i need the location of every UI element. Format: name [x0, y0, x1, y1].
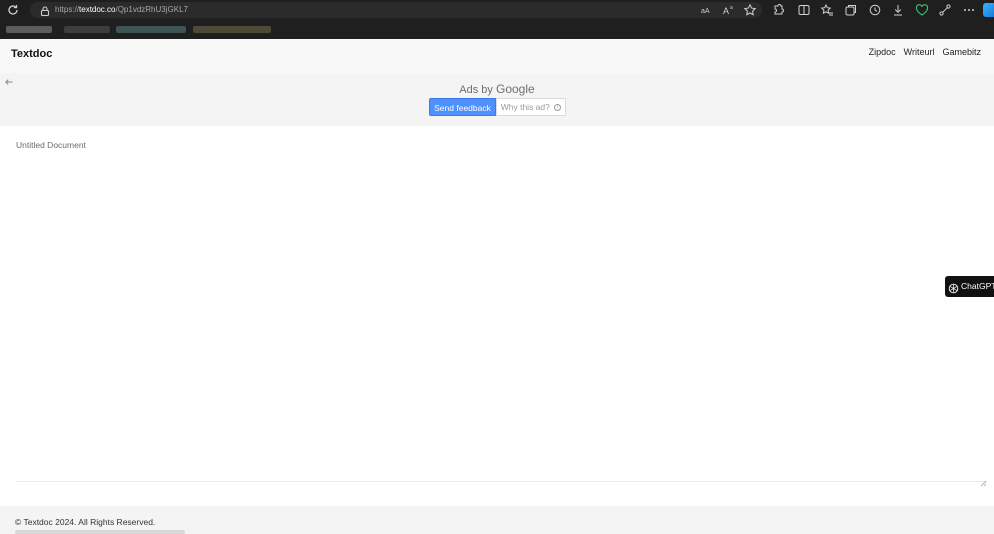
history-icon[interactable] [868, 3, 882, 17]
url-scheme: https:// [55, 5, 80, 14]
nav-link-writeurl[interactable]: Writeurl [904, 47, 935, 57]
bookmark-item[interactable] [64, 26, 110, 33]
copyright-text: © Textdoc 2024. All Rights Reserved. [15, 517, 156, 527]
web-page: Textdoc Zipdoc Writeurl Gamebitz Ads by … [0, 39, 994, 534]
copilot-icon[interactable] [983, 3, 994, 17]
read-aloud-icon[interactable]: aA [700, 3, 714, 17]
address-bar[interactable]: https://textdoc.co/Qp1vdzRhU3jGKL7 [30, 2, 762, 18]
bookmark-item[interactable] [6, 26, 52, 33]
info-icon: i [554, 104, 562, 112]
nav-link-gamebitz[interactable]: Gamebitz [942, 47, 981, 57]
ads-by-google-label: Ads by Google [0, 82, 994, 96]
split-screen-icon[interactable] [797, 3, 811, 17]
google-text: Google [496, 82, 535, 96]
svg-text:a: a [730, 5, 733, 11]
reload-icon[interactable] [6, 3, 20, 17]
bookmark-item[interactable] [193, 26, 271, 33]
browser-toolbar: https://textdoc.co/Qp1vdzRhU3jGKL7 aA Aa [0, 0, 994, 20]
favorite-star-icon[interactable] [743, 3, 757, 17]
site-navbar: Textdoc Zipdoc Writeurl Gamebitz [0, 39, 994, 73]
resize-grip-icon[interactable] [980, 473, 987, 487]
nav-link-zipdoc[interactable]: Zipdoc [869, 47, 896, 57]
send-feedback-button[interactable]: Send feedback [429, 98, 496, 116]
chatgpt-label: ChatGPT [961, 281, 994, 291]
bookmarks-bar [0, 20, 994, 39]
site-footer: © Textdoc 2024. All Rights Reserved. [0, 506, 994, 534]
chatgpt-button[interactable]: ChatGPT [945, 276, 994, 297]
url-path: /Qp1vdzRhU3jGKL7 [115, 5, 188, 14]
svg-text:A: A [723, 6, 729, 16]
why-this-ad-button[interactable]: Why this ad? i [496, 98, 566, 116]
chatgpt-logo-icon [948, 281, 959, 294]
footer-links[interactable] [15, 530, 185, 534]
document-editor[interactable]: Untitled Document [15, 138, 987, 487]
ads-by-text: Ads by [459, 84, 493, 96]
svg-text:aA: aA [701, 8, 710, 15]
why-this-ad-label: Why this ad? [500, 102, 550, 112]
share-icon[interactable] [938, 3, 952, 17]
ad-feedback-buttons: Send feedback Why this ad? i [429, 98, 566, 116]
extensions-icon[interactable] [771, 3, 785, 17]
more-icon[interactable] [962, 3, 976, 17]
collections-icon[interactable] [844, 3, 858, 17]
favorites-icon[interactable] [820, 3, 834, 17]
bookmark-item[interactable] [116, 26, 186, 33]
downloads-icon[interactable] [891, 3, 905, 17]
nav-links: Zipdoc Writeurl Gamebitz [869, 47, 981, 57]
document-title[interactable]: Untitled Document [16, 140, 86, 150]
site-brand[interactable]: Textdoc [11, 48, 52, 60]
text-size-icon[interactable]: Aa [722, 3, 736, 17]
url-host: textdoc.co [79, 5, 116, 14]
url-text[interactable]: https://textdoc.co/Qp1vdzRhU3jGKL7 [55, 4, 188, 16]
browser-essentials-icon[interactable] [915, 3, 929, 17]
lock-icon[interactable] [39, 4, 51, 17]
